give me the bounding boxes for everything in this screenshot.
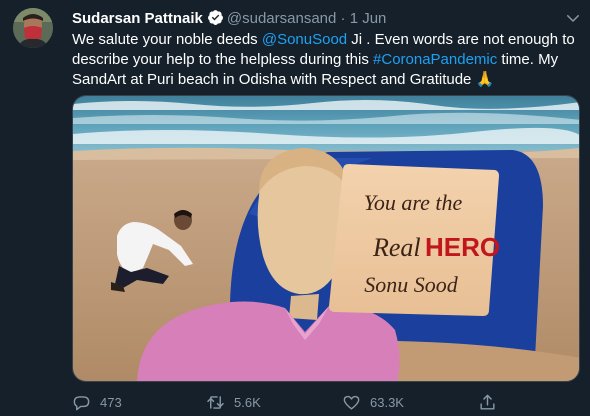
tweet-date[interactable]: 1 Jun	[350, 10, 387, 27]
hashtag-link[interactable]: #CoronaPandemic	[373, 51, 497, 68]
avatar-image	[13, 8, 53, 48]
author-name[interactable]: Sudarsan Pattnaik	[72, 10, 203, 27]
tweet-media[interactable]: You are the Real HERO Sonu Sood	[72, 95, 580, 382]
retweet-icon	[207, 395, 224, 409]
avatar[interactable]	[13, 8, 53, 48]
share-button[interactable]	[478, 392, 506, 412]
sign-line-2-hero: HERO	[425, 232, 500, 262]
tweet[interactable]: Sudarsan Pattnaik @sudarsansand · 1 Jun W…	[0, 0, 590, 416]
author-handle[interactable]: @sudarsansand	[227, 10, 336, 27]
tweet-text: We salute your noble deeds @SonuSood Ji …	[72, 30, 577, 90]
sign-line-2-real: Real	[372, 233, 421, 262]
retweet-count: 5.6K	[234, 394, 261, 410]
mention-link[interactable]: @SonuSood	[262, 31, 347, 48]
like-button[interactable]: 63.3K	[342, 392, 404, 412]
reply-button[interactable]: 473	[72, 392, 122, 412]
header-separator: ·	[340, 10, 346, 27]
retweet-button[interactable]: 5.6K	[206, 392, 261, 412]
share-icon	[480, 394, 495, 410]
heart-icon	[343, 395, 360, 410]
sign-line-3: Sonu Sood	[364, 272, 459, 297]
reply-count: 473	[100, 394, 122, 410]
reply-icon	[73, 395, 90, 410]
sand-art-photo: You are the Real HERO Sonu Sood	[73, 96, 579, 381]
tweet-actions: 473 5.6K 63.3K	[72, 392, 582, 412]
tweet-text-part1: We salute your noble deeds	[72, 31, 262, 48]
verified-badge-icon	[207, 9, 224, 32]
tweet-header: Sudarsan Pattnaik @sudarsansand · 1 Jun	[72, 9, 580, 29]
like-count: 63.3K	[370, 394, 404, 410]
chevron-down-icon[interactable]	[564, 9, 582, 27]
sign-line-1: You are the	[364, 190, 463, 215]
